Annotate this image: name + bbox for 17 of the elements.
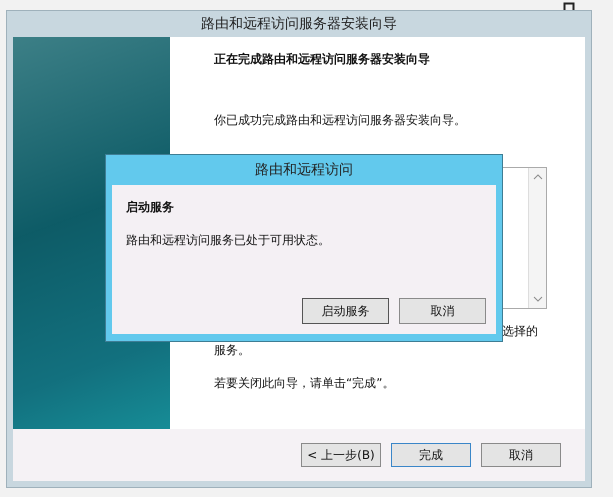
dialog-heading: 启动服务 bbox=[126, 199, 175, 216]
dialog-message: 路由和远程访问服务已处于可用状态。 bbox=[126, 232, 331, 249]
scroll-up-icon[interactable] bbox=[532, 174, 542, 180]
scrollbar[interactable] bbox=[528, 168, 546, 308]
summary-text: 选择的 bbox=[502, 324, 538, 338]
dialog-title: 路由和远程访问 bbox=[254, 161, 354, 180]
wizard-button[interactable]: 取消 bbox=[481, 443, 561, 467]
close-hint: 若要关闭此向导，请单击“完成”。 bbox=[214, 375, 396, 392]
summary-text: 服务。 bbox=[214, 342, 251, 359]
wizard-message: 你已成功完成路由和远程访问服务器安装向导。 bbox=[214, 112, 467, 129]
wizard-button[interactable]: < 上一步(B) bbox=[301, 443, 381, 467]
dialog-button[interactable]: 启动服务 bbox=[302, 298, 389, 324]
scroll-down-icon[interactable] bbox=[532, 296, 542, 302]
wizard-button[interactable]: 完成 bbox=[391, 443, 471, 467]
dialog-button[interactable]: 取消 bbox=[399, 298, 486, 324]
wizard-heading: 正在完成路由和远程访问服务器安装向导 bbox=[214, 51, 431, 68]
window-title: 路由和远程访问服务器安装向导 bbox=[200, 15, 398, 34]
